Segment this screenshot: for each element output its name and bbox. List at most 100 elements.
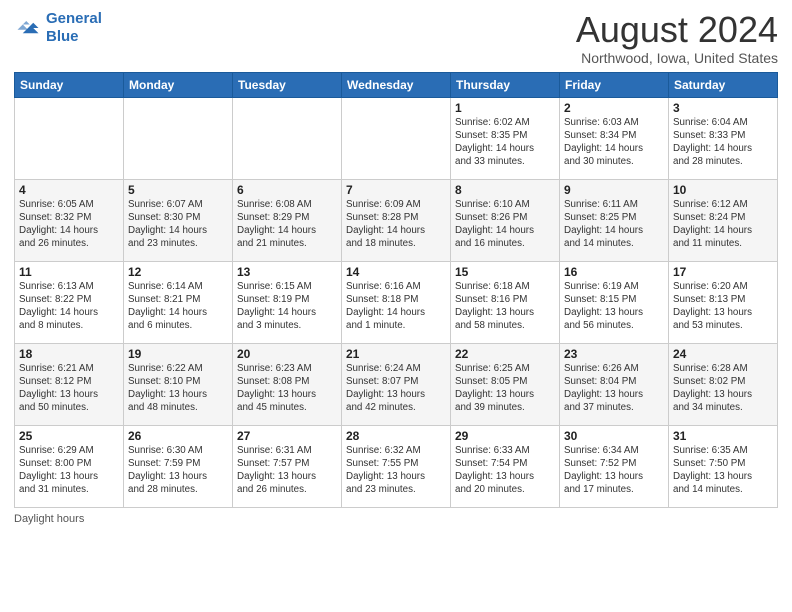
day-info: Sunrise: 6:22 AM Sunset: 8:10 PM Dayligh… [128, 362, 228, 415]
calendar-cell: 6Sunrise: 6:08 AM Sunset: 8:29 PM Daylig… [233, 179, 342, 261]
calendar-cell: 13Sunrise: 6:15 AM Sunset: 8:19 PM Dayli… [233, 261, 342, 343]
day-number: 28 [346, 429, 446, 443]
day-info: Sunrise: 6:32 AM Sunset: 7:55 PM Dayligh… [346, 444, 446, 497]
calendar-cell: 27Sunrise: 6:31 AM Sunset: 7:57 PM Dayli… [233, 425, 342, 507]
calendar-cell: 28Sunrise: 6:32 AM Sunset: 7:55 PM Dayli… [342, 425, 451, 507]
day-info: Sunrise: 6:21 AM Sunset: 8:12 PM Dayligh… [19, 362, 119, 415]
calendar-header-monday: Monday [124, 72, 233, 97]
day-info: Sunrise: 6:03 AM Sunset: 8:34 PM Dayligh… [564, 116, 664, 169]
calendar-cell: 10Sunrise: 6:12 AM Sunset: 8:24 PM Dayli… [669, 179, 778, 261]
location: Northwood, Iowa, United States [576, 50, 778, 66]
calendar-cell: 7Sunrise: 6:09 AM Sunset: 8:28 PM Daylig… [342, 179, 451, 261]
day-number: 18 [19, 347, 119, 361]
logo-text: General Blue [46, 10, 102, 46]
day-number: 12 [128, 265, 228, 279]
day-info: Sunrise: 6:23 AM Sunset: 8:08 PM Dayligh… [237, 362, 337, 415]
day-number: 30 [564, 429, 664, 443]
day-info: Sunrise: 6:02 AM Sunset: 8:35 PM Dayligh… [455, 116, 555, 169]
day-number: 26 [128, 429, 228, 443]
calendar-week-5: 25Sunrise: 6:29 AM Sunset: 8:00 PM Dayli… [15, 425, 778, 507]
day-number: 16 [564, 265, 664, 279]
logo-icon [14, 14, 42, 42]
day-number: 23 [564, 347, 664, 361]
day-info: Sunrise: 6:29 AM Sunset: 8:00 PM Dayligh… [19, 444, 119, 497]
calendar-cell: 30Sunrise: 6:34 AM Sunset: 7:52 PM Dayli… [560, 425, 669, 507]
header: General Blue August 2024 Northwood, Iowa… [14, 10, 778, 66]
month-title: August 2024 [576, 10, 778, 50]
calendar-week-4: 18Sunrise: 6:21 AM Sunset: 8:12 PM Dayli… [15, 343, 778, 425]
calendar-cell: 20Sunrise: 6:23 AM Sunset: 8:08 PM Dayli… [233, 343, 342, 425]
day-number: 15 [455, 265, 555, 279]
calendar-cell: 31Sunrise: 6:35 AM Sunset: 7:50 PM Dayli… [669, 425, 778, 507]
day-number: 13 [237, 265, 337, 279]
day-number: 9 [564, 183, 664, 197]
footer-label: Daylight hours [14, 513, 84, 525]
calendar-cell: 29Sunrise: 6:33 AM Sunset: 7:54 PM Dayli… [451, 425, 560, 507]
day-number: 1 [455, 101, 555, 115]
day-number: 29 [455, 429, 555, 443]
calendar-header-thursday: Thursday [451, 72, 560, 97]
day-info: Sunrise: 6:12 AM Sunset: 8:24 PM Dayligh… [673, 198, 773, 251]
day-number: 19 [128, 347, 228, 361]
day-number: 24 [673, 347, 773, 361]
day-info: Sunrise: 6:33 AM Sunset: 7:54 PM Dayligh… [455, 444, 555, 497]
day-number: 7 [346, 183, 446, 197]
day-info: Sunrise: 6:31 AM Sunset: 7:57 PM Dayligh… [237, 444, 337, 497]
calendar-cell: 19Sunrise: 6:22 AM Sunset: 8:10 PM Dayli… [124, 343, 233, 425]
day-number: 17 [673, 265, 773, 279]
day-info: Sunrise: 6:08 AM Sunset: 8:29 PM Dayligh… [237, 198, 337, 251]
calendar-header-wednesday: Wednesday [342, 72, 451, 97]
day-info: Sunrise: 6:04 AM Sunset: 8:33 PM Dayligh… [673, 116, 773, 169]
calendar-cell: 24Sunrise: 6:28 AM Sunset: 8:02 PM Dayli… [669, 343, 778, 425]
calendar-cell: 12Sunrise: 6:14 AM Sunset: 8:21 PM Dayli… [124, 261, 233, 343]
day-number: 2 [564, 101, 664, 115]
day-number: 20 [237, 347, 337, 361]
page: General Blue August 2024 Northwood, Iowa… [0, 0, 792, 535]
title-block: August 2024 Northwood, Iowa, United Stat… [576, 10, 778, 66]
day-info: Sunrise: 6:20 AM Sunset: 8:13 PM Dayligh… [673, 280, 773, 333]
day-number: 21 [346, 347, 446, 361]
calendar-cell [15, 97, 124, 179]
calendar-header-tuesday: Tuesday [233, 72, 342, 97]
day-number: 14 [346, 265, 446, 279]
calendar-cell: 2Sunrise: 6:03 AM Sunset: 8:34 PM Daylig… [560, 97, 669, 179]
calendar-header-friday: Friday [560, 72, 669, 97]
calendar-cell: 22Sunrise: 6:25 AM Sunset: 8:05 PM Dayli… [451, 343, 560, 425]
calendar-cell: 11Sunrise: 6:13 AM Sunset: 8:22 PM Dayli… [15, 261, 124, 343]
day-info: Sunrise: 6:13 AM Sunset: 8:22 PM Dayligh… [19, 280, 119, 333]
calendar-header-sunday: Sunday [15, 72, 124, 97]
day-info: Sunrise: 6:15 AM Sunset: 8:19 PM Dayligh… [237, 280, 337, 333]
day-info: Sunrise: 6:10 AM Sunset: 8:26 PM Dayligh… [455, 198, 555, 251]
calendar-cell: 23Sunrise: 6:26 AM Sunset: 8:04 PM Dayli… [560, 343, 669, 425]
day-info: Sunrise: 6:34 AM Sunset: 7:52 PM Dayligh… [564, 444, 664, 497]
day-number: 25 [19, 429, 119, 443]
calendar-cell: 15Sunrise: 6:18 AM Sunset: 8:16 PM Dayli… [451, 261, 560, 343]
logo-line1: General [46, 10, 102, 27]
calendar-cell: 8Sunrise: 6:10 AM Sunset: 8:26 PM Daylig… [451, 179, 560, 261]
calendar-cell: 26Sunrise: 6:30 AM Sunset: 7:59 PM Dayli… [124, 425, 233, 507]
calendar-cell: 1Sunrise: 6:02 AM Sunset: 8:35 PM Daylig… [451, 97, 560, 179]
calendar-cell: 9Sunrise: 6:11 AM Sunset: 8:25 PM Daylig… [560, 179, 669, 261]
day-info: Sunrise: 6:26 AM Sunset: 8:04 PM Dayligh… [564, 362, 664, 415]
calendar-header-row: SundayMondayTuesdayWednesdayThursdayFrid… [15, 72, 778, 97]
day-info: Sunrise: 6:14 AM Sunset: 8:21 PM Dayligh… [128, 280, 228, 333]
calendar-cell: 14Sunrise: 6:16 AM Sunset: 8:18 PM Dayli… [342, 261, 451, 343]
day-info: Sunrise: 6:30 AM Sunset: 7:59 PM Dayligh… [128, 444, 228, 497]
day-number: 11 [19, 265, 119, 279]
calendar-week-3: 11Sunrise: 6:13 AM Sunset: 8:22 PM Dayli… [15, 261, 778, 343]
day-info: Sunrise: 6:18 AM Sunset: 8:16 PM Dayligh… [455, 280, 555, 333]
calendar-header-saturday: Saturday [669, 72, 778, 97]
calendar-cell: 17Sunrise: 6:20 AM Sunset: 8:13 PM Dayli… [669, 261, 778, 343]
logo-line2: Blue [46, 28, 79, 45]
day-info: Sunrise: 6:19 AM Sunset: 8:15 PM Dayligh… [564, 280, 664, 333]
day-info: Sunrise: 6:07 AM Sunset: 8:30 PM Dayligh… [128, 198, 228, 251]
day-number: 10 [673, 183, 773, 197]
calendar-week-1: 1Sunrise: 6:02 AM Sunset: 8:35 PM Daylig… [15, 97, 778, 179]
day-number: 5 [128, 183, 228, 197]
day-number: 3 [673, 101, 773, 115]
day-number: 27 [237, 429, 337, 443]
calendar: SundayMondayTuesdayWednesdayThursdayFrid… [14, 72, 778, 508]
calendar-cell: 18Sunrise: 6:21 AM Sunset: 8:12 PM Dayli… [15, 343, 124, 425]
calendar-cell: 16Sunrise: 6:19 AM Sunset: 8:15 PM Dayli… [560, 261, 669, 343]
logo: General Blue [14, 10, 102, 46]
